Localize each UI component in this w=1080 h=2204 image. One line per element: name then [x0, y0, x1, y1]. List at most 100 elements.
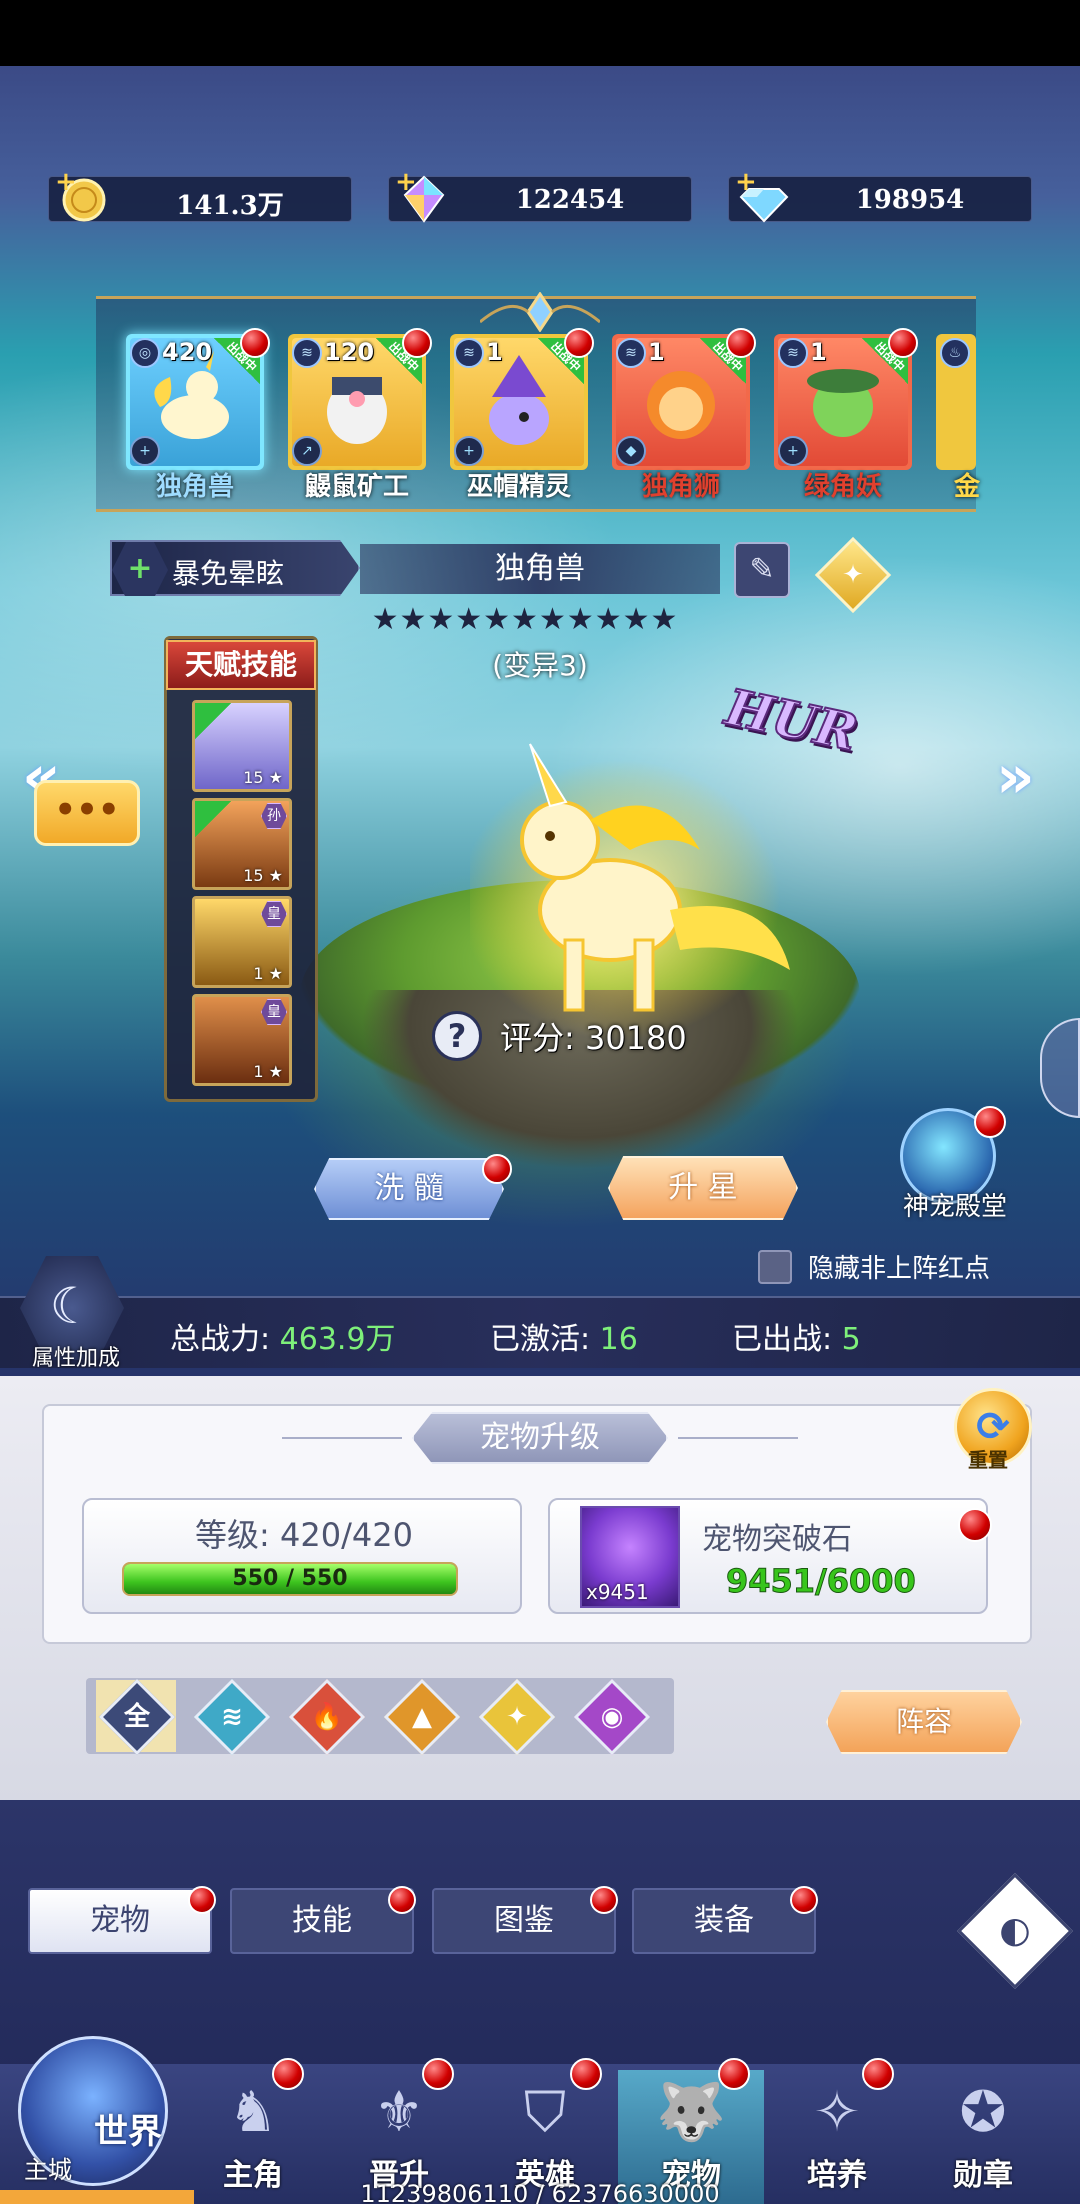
- red-dot-notification: [240, 328, 270, 358]
- red-dot-notification: [790, 1886, 818, 1914]
- water-element-icon: ≋: [292, 338, 322, 368]
- rename-feather-button[interactable]: ✎: [734, 542, 790, 598]
- pet-card-wizard-hat-sprite[interactable]: ≋ 1 出战中 +: [450, 328, 594, 470]
- activated-count: 已激活: 16: [490, 1322, 638, 1357]
- red-dot-notification: [564, 328, 594, 358]
- diamond-currency[interactable]: + 198954: [728, 167, 1032, 223]
- deployed-count: 已出战: 5: [732, 1322, 861, 1357]
- rating-help-icon[interactable]: ?: [432, 1011, 482, 1061]
- pet-name-label: 绿角妖: [803, 472, 882, 502]
- exp-progress-text: 550 / 550: [232, 1566, 348, 1591]
- purple-gem-icon: x9451: [580, 1506, 680, 1608]
- tab-skills[interactable]: 技能: [230, 1888, 414, 1954]
- pet-name-label: 金: [953, 472, 980, 502]
- hide-red-dot-label: 隐藏非上阵红点: [808, 1254, 991, 1284]
- attribute-bonus-label: 属性加成: [31, 1346, 120, 1371]
- pet-card-green-horn-imp[interactable]: ≋ 1 出战中 +: [774, 328, 918, 470]
- title-divider: [282, 1437, 402, 1439]
- talent-level: 1 ★: [253, 1062, 283, 1081]
- red-dot-notification: [958, 1508, 992, 1542]
- divine-hall-label: 神宠殿堂: [902, 1192, 1007, 1222]
- pet-stats-bar: 总战力: 463.9万 已激活: 16 已出战: 5: [0, 1296, 1080, 1368]
- red-dot-notification: [482, 1154, 512, 1184]
- support-role-icon: +: [130, 436, 160, 466]
- wind-element-icon: ◎: [130, 338, 160, 368]
- pet-rating: ? 评分: 30180: [432, 1008, 687, 1064]
- talent-badge: 孙: [261, 803, 287, 829]
- next-pet-arrow-icon[interactable]: »: [996, 742, 1056, 812]
- red-dot-notification: [590, 1886, 618, 1914]
- currency-bar: + 141.3万 + 122454 + 198954: [0, 167, 1080, 223]
- reset-button[interactable]: ⟳ 重置: [954, 1388, 1040, 1478]
- talent-slot-3[interactable]: 皇 1 ★: [192, 896, 292, 988]
- tab-pets[interactable]: 宠物: [28, 1888, 212, 1954]
- talent-level: 15 ★: [243, 866, 283, 885]
- upgrade-panel-title: 宠物升级: [412, 1412, 668, 1464]
- reset-label: 重置: [968, 1448, 1008, 1472]
- pet-skill-tag[interactable]: + 暴免晕眩: [110, 540, 360, 596]
- tab-equipment[interactable]: 装备: [632, 1888, 816, 1954]
- fire-element-icon: ♨: [940, 338, 970, 368]
- level-label: 等级: 420/420: [195, 1516, 413, 1554]
- wash-marrow-button[interactable]: 洗 髓: [314, 1158, 504, 1220]
- red-dot-notification: [862, 2058, 894, 2090]
- red-dot-notification: [422, 2058, 454, 2090]
- talent-slot-2[interactable]: 孙 15 ★: [192, 798, 292, 890]
- pet-card-partial[interactable]: ♨: [936, 334, 976, 470]
- red-dot-notification: [974, 1106, 1006, 1138]
- water-element-icon: ≋: [616, 338, 646, 368]
- pet-level: 120: [324, 338, 375, 366]
- stone-amount: 9451/6000: [726, 1562, 917, 1601]
- chat-bubble-icon[interactable]: •••: [34, 780, 140, 846]
- total-power: 总战力: 463.9万: [170, 1322, 396, 1357]
- hide-red-dot-toggle[interactable]: 隐藏非上阵红点: [758, 1248, 990, 1285]
- crystal-amount: 122454: [515, 185, 625, 215]
- stone-name: 宠物突破石: [702, 1522, 852, 1557]
- diamond-amount: 198954: [855, 185, 965, 215]
- pet-card-unicorn[interactable]: ◎ 420 出战中 +: [126, 328, 270, 470]
- add-crystal-icon[interactable]: +: [395, 167, 417, 197]
- talent-slot-4[interactable]: 皇 1 ★: [192, 994, 292, 1086]
- red-dot-notification: [888, 328, 918, 358]
- attack-role-icon: ↗: [292, 436, 322, 466]
- breakthrough-stone-card[interactable]: x9451 宠物突破石 9451/6000: [548, 1498, 988, 1614]
- lineup-button[interactable]: 阵容: [826, 1690, 1022, 1754]
- world-label: 世界: [94, 2112, 162, 2152]
- level-card[interactable]: 等级: 420/420 550 / 550: [82, 1498, 522, 1614]
- medal-star-icon: ✪: [959, 2080, 1007, 2145]
- pet-name-label: 巫帽精灵: [466, 472, 571, 502]
- pet-card-mole-miner[interactable]: ≋ 120 出战中 ↗: [288, 328, 432, 470]
- crystal-currency[interactable]: + 122454: [388, 167, 692, 223]
- talent-slot-1[interactable]: 15 ★: [192, 700, 292, 792]
- talent-badge: 皇: [261, 999, 287, 1025]
- compass-icon: ✦: [842, 560, 864, 590]
- tab-codex[interactable]: 图鉴: [432, 1888, 616, 1954]
- add-diamond-icon[interactable]: +: [735, 167, 757, 197]
- pet-name-label: 鼹鼠矿工: [304, 472, 409, 502]
- red-dot-notification: [188, 1886, 216, 1914]
- max-star-tag: [195, 703, 231, 739]
- variant-label: (变异3): [492, 649, 588, 682]
- add-gold-icon[interactable]: +: [55, 167, 77, 197]
- defense-role-icon: ◆: [616, 436, 646, 466]
- max-star-tag: [195, 801, 231, 837]
- water-element-icon: ≋: [454, 338, 484, 368]
- pet-level: 1: [648, 338, 665, 366]
- star-up-button[interactable]: 升 星: [608, 1156, 798, 1220]
- support-role-icon: +: [778, 436, 808, 466]
- pet-card-horned-lion[interactable]: ≋ 1 出战中 ◆: [612, 328, 756, 470]
- checkbox[interactable]: [758, 1249, 792, 1284]
- rating-score: 评分: 30180: [500, 1019, 687, 1057]
- pet-name-label: 独角狮: [641, 472, 720, 502]
- gold-amount: 141.3万: [176, 191, 284, 221]
- talent-level: 15 ★: [243, 768, 283, 787]
- skill-tag-label: 暴免晕眩: [172, 557, 285, 590]
- gold-currency[interactable]: + 141.3万: [48, 167, 352, 222]
- world-main-city-button[interactable]: 世界 主城: [8, 2016, 178, 2188]
- pet-level: 1: [810, 338, 827, 366]
- talent-skill-title: 天赋技能: [166, 640, 316, 690]
- unicorn-pet-model: [470, 743, 790, 1040]
- pet-name-label: 独角兽: [155, 472, 234, 502]
- support-cross-icon: +: [112, 542, 168, 596]
- status-bar: [0, 0, 1080, 66]
